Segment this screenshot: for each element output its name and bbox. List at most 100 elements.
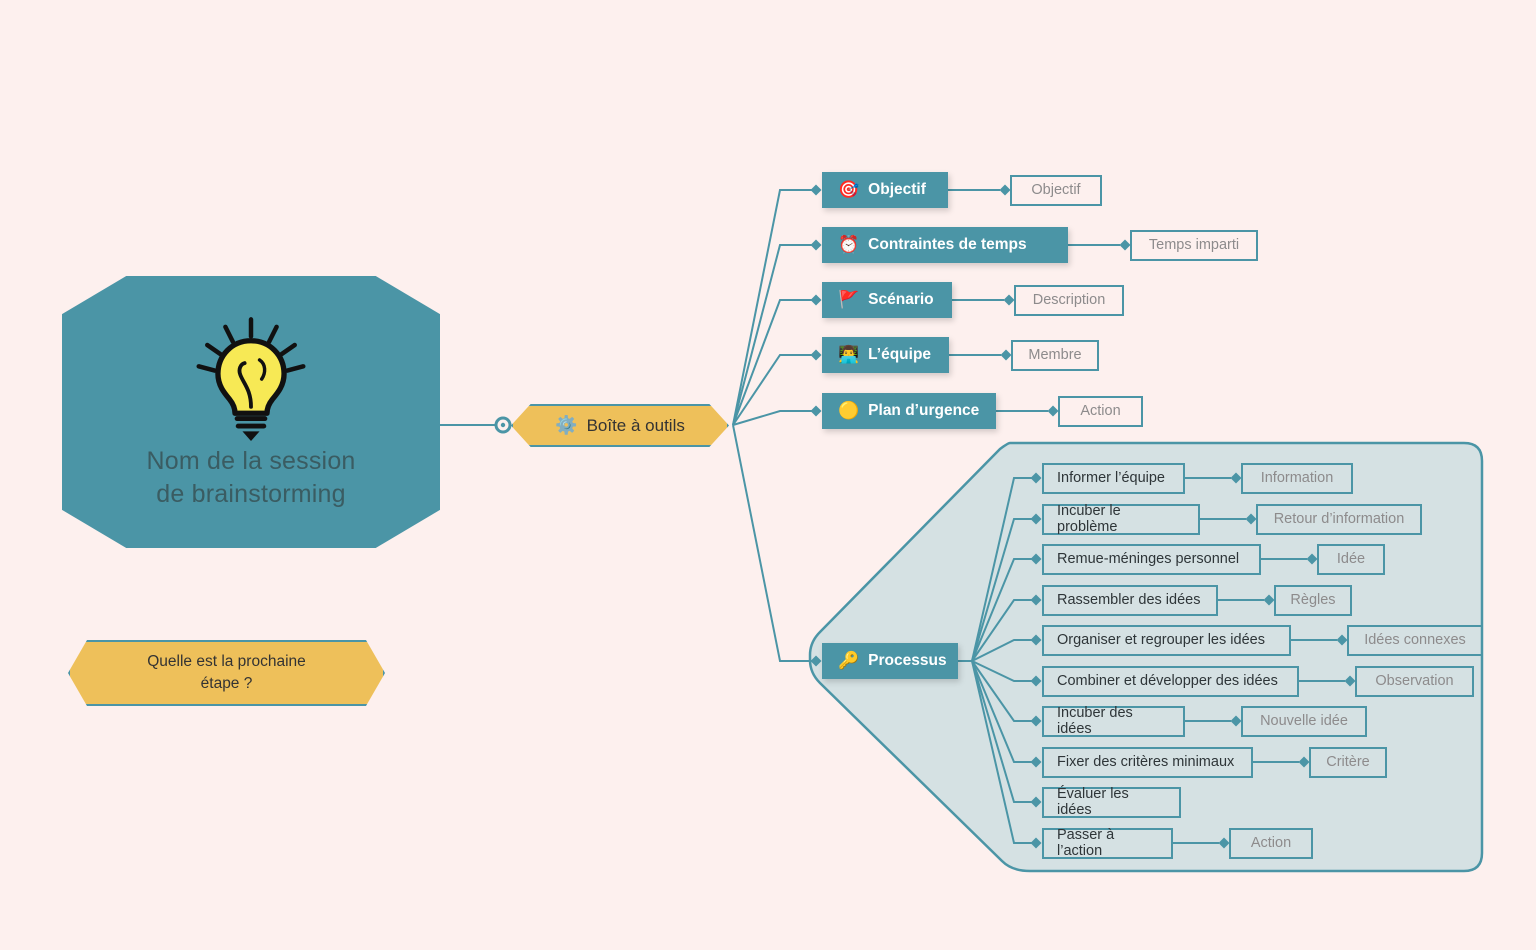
process-step-child-1[interactable]: Information (1241, 462, 1353, 494)
toolbox-label: Boîte à outils (586, 415, 685, 435)
process-node[interactable]: 🔑 Processus (822, 643, 958, 679)
connector-arrow (1230, 715, 1242, 727)
branch-node-label: Plan d’urgence (868, 402, 980, 419)
process-step-child-label: Nouvelle idée (1260, 713, 1348, 729)
next-step-node[interactable]: Quelle est la prochaine étape ? (68, 640, 385, 706)
connector-arrow (810, 184, 822, 196)
process-step-5[interactable]: Organiser et regrouper les idées (1042, 624, 1291, 656)
connector-arrow (1030, 756, 1042, 768)
connector-arrow (810, 239, 822, 251)
branch-child-label: Objectif (1031, 182, 1081, 198)
central-node-title-line1: Nom de la session (146, 447, 356, 475)
branch-child-node-1[interactable]: Objectif (1010, 174, 1102, 206)
process-step-child-label: Retour d’information (1273, 511, 1405, 527)
connector-arrow (1263, 594, 1275, 606)
connector-arrow (1003, 294, 1015, 306)
connector-arrow (1030, 513, 1042, 525)
connector-arrow (1030, 715, 1042, 727)
process-step-child-8[interactable]: Critère (1309, 746, 1387, 778)
branch-node-1[interactable]: 🎯 Objectif (822, 172, 948, 208)
target-icon: 🎯 (838, 180, 860, 199)
connector-arrow (1000, 349, 1012, 361)
alarm-clock-icon: ⏰ (838, 235, 860, 254)
process-step-child-10[interactable]: Action (1229, 827, 1313, 859)
process-step-label: Incuber des idées (1057, 705, 1133, 737)
central-node[interactable]: Nom de la session de brainstorming (62, 276, 440, 548)
process-connector (971, 477, 1036, 662)
process-step-child-label: Information (1260, 470, 1334, 486)
process-step-label: Passer à l’action (1057, 827, 1115, 859)
connector-arrow (1030, 472, 1042, 484)
process-connector (971, 599, 1036, 662)
process-step-child-4[interactable]: Règles (1274, 584, 1352, 616)
process-step-10[interactable]: Passer à l’action (1042, 827, 1173, 859)
process-step-6[interactable]: Combiner et développer des idées (1042, 665, 1299, 697)
process-connector (971, 558, 1036, 662)
branch-node-3[interactable]: 🚩 Scénario (822, 282, 952, 318)
connector-arrow (999, 184, 1011, 196)
branch-node-label: Objectif (868, 181, 926, 198)
process-node-label: Processus (868, 652, 947, 669)
connector-arrow (1030, 553, 1042, 565)
process-step-label: Combiner et développer des idées (1057, 673, 1278, 689)
process-connector (971, 660, 1036, 763)
connector-arrow (1336, 634, 1348, 646)
process-step-3[interactable]: Remue-méninges personnel (1042, 543, 1261, 575)
process-step-label: Informer l’équipe (1057, 470, 1165, 486)
process-step-child-2[interactable]: Retour d’information (1256, 503, 1422, 535)
process-connector (971, 660, 1036, 803)
connector-arrow (1245, 513, 1257, 525)
next-step-line2: étape ? (200, 675, 253, 692)
mindmap-canvas: Nom de la session de brainstorming ⚙️ Bo… (0, 0, 1536, 950)
connector-arrow (810, 294, 822, 306)
connector-arrow (810, 405, 822, 417)
branch-node-5[interactable]: 🟡 Plan d’urgence (822, 393, 996, 429)
toolbox-node[interactable]: ⚙️ Boîte à outils (511, 404, 729, 447)
branch-node-label: Scénario (868, 291, 934, 308)
yellow-circle-icon: 🟡 (838, 401, 860, 420)
process-step-label: Fixer des critères minimaux (1057, 754, 1235, 770)
process-connector (971, 660, 1036, 844)
branch-child-label: Membre (1028, 347, 1082, 363)
process-step-1[interactable]: Informer l’équipe (1042, 462, 1185, 494)
process-step-label: Remue-méninges personnel (1057, 551, 1240, 567)
process-step-label: Rassembler des idées (1057, 592, 1201, 608)
branch-node-label: Contraintes de temps (868, 236, 1027, 253)
branch-child-label: Temps imparti (1148, 237, 1240, 253)
junction-ring (494, 416, 512, 434)
process-step-7[interactable]: Incuber des idées (1042, 705, 1185, 737)
key-icon: 🔑 (838, 651, 860, 670)
connector-arrow (1047, 405, 1059, 417)
process-step-child-5[interactable]: Idées connexes (1347, 624, 1483, 656)
process-step-child-6[interactable]: Observation (1355, 665, 1474, 697)
connector-arrow (1306, 553, 1318, 565)
process-step-label: Organiser et regrouper les idées (1057, 632, 1265, 648)
process-step-2[interactable]: Incuber le problème (1042, 503, 1200, 535)
process-step-child-7[interactable]: Nouvelle idée (1241, 705, 1367, 737)
connector-arrow (1218, 837, 1230, 849)
connector-arrow (1119, 239, 1131, 251)
central-node-title-line2: de brainstorming (156, 480, 346, 508)
connector-arrow (1030, 837, 1042, 849)
connector-arrow (1298, 756, 1310, 768)
process-step-8[interactable]: Fixer des critères minimaux (1042, 746, 1253, 778)
branch-child-node-2[interactable]: Temps imparti (1130, 229, 1258, 261)
connector-arrow (1030, 634, 1042, 646)
process-step-4[interactable]: Rassembler des idées (1042, 584, 1218, 616)
process-step-child-label: Idées connexes (1364, 632, 1466, 648)
person-laptop-icon: 👨‍💻 (838, 345, 860, 364)
process-step-child-label: Action (1250, 835, 1292, 851)
branch-child-node-4[interactable]: Membre (1011, 339, 1099, 371)
branch-child-label: Description (1032, 292, 1106, 308)
connector-arrow (1230, 472, 1242, 484)
connector-arrow (810, 349, 822, 361)
gear-icon: ⚙️ (555, 415, 578, 435)
branch-child-node-3[interactable]: Description (1014, 284, 1124, 316)
process-step-9[interactable]: Évaluer les idées (1042, 786, 1181, 818)
connector-arrow (1344, 675, 1356, 687)
branch-node-2[interactable]: ⏰ Contraintes de temps (822, 227, 1068, 263)
branch-node-4[interactable]: 👨‍💻 L’équipe (822, 337, 949, 373)
process-step-child-3[interactable]: Idée (1317, 543, 1385, 575)
branch-child-node-5[interactable]: Action (1058, 395, 1143, 427)
process-step-label: Évaluer les idées (1057, 786, 1129, 818)
